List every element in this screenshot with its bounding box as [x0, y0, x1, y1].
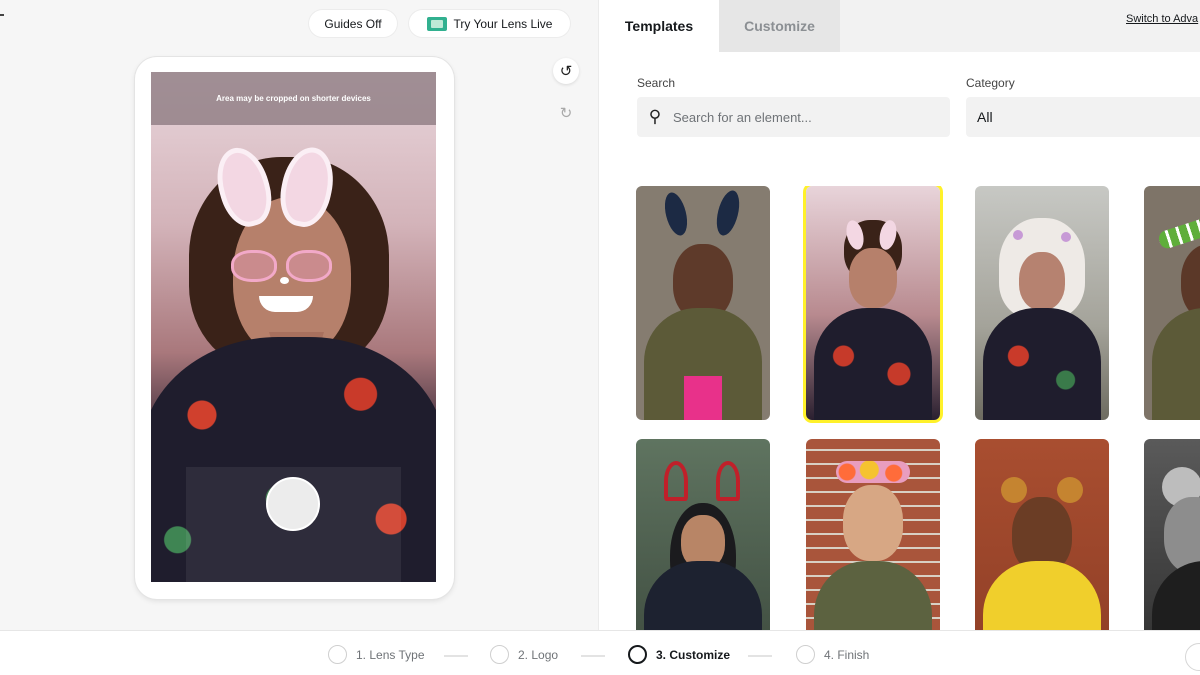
tab-bar: Templates Customize Switch to Adva [599, 0, 1200, 52]
step-label: 3. Customize [656, 647, 731, 662]
step-label: 2. Logo [518, 647, 559, 662]
step-circle [628, 645, 647, 664]
redo-button[interactable]: ↻ [553, 100, 579, 126]
try-lens-live-button[interactable]: Try Your Lens Live [409, 10, 570, 37]
lens-preview-screen: Area may be cropped on shorter devices [151, 72, 436, 582]
tab-templates[interactable]: Templates [599, 0, 719, 52]
category-label: Category [966, 76, 1015, 90]
crop-notice-text: Area may be cropped on shorter devices [216, 94, 371, 103]
step-customize[interactable]: 3. Customize [628, 645, 730, 664]
template-card-teddy-ears[interactable] [975, 439, 1109, 630]
step-label: 4. Finish [824, 647, 870, 662]
crop-notice-band: Area may be cropped on shorter devices [151, 72, 436, 125]
template-grid [636, 186, 1200, 630]
template-card-flower-crown[interactable] [806, 439, 940, 630]
template-card-dark-bunny-ears[interactable] [636, 186, 770, 420]
tab-customize[interactable]: Customize [719, 0, 840, 52]
switch-to-advanced-link[interactable]: Switch to Adva [1126, 13, 1198, 25]
try-lens-live-label: Try Your Lens Live [453, 16, 553, 31]
templates-panel: Templates Customize Switch to Adva Searc… [598, 0, 1200, 630]
template-card-powdered-wig[interactable] [975, 186, 1109, 420]
redo-icon: ↻ [559, 105, 573, 122]
back-arrow-icon[interactable] [0, 14, 4, 16]
lens-preview-icon [426, 16, 447, 31]
step-circle [328, 645, 347, 664]
heart-glasses-right [286, 250, 332, 282]
step-logo[interactable]: 2. Logo [490, 645, 558, 664]
search-label: Search [637, 76, 676, 90]
category-select[interactable]: All [966, 97, 1200, 137]
search-field[interactable]: ⚲ [637, 97, 950, 137]
guides-toggle-button[interactable]: Guides Off [309, 10, 397, 37]
template-card-monochrome[interactable] [1144, 439, 1200, 630]
template-card-rose-antlers[interactable] [636, 439, 770, 630]
phone-preview-frame: Area may be cropped on shorter devices [135, 57, 454, 599]
template-card-pink-bunny-ears[interactable] [806, 186, 940, 420]
preview-panel: Guides Off Try Your Lens Live ↺ ↻ Area m… [0, 0, 598, 630]
step-lens-type[interactable]: 1. Lens Type [328, 645, 425, 664]
step-finish[interactable]: 4. Finish [796, 645, 869, 664]
undo-button[interactable]: ↺ [553, 58, 579, 84]
guides-toggle-label: Guides Off [324, 16, 382, 31]
step-label: 1. Lens Type [356, 647, 425, 662]
template-card-leaf-crown[interactable] [1144, 186, 1200, 420]
capture-button[interactable] [266, 477, 320, 531]
search-input[interactable] [673, 109, 933, 125]
heart-glasses-left [231, 250, 277, 282]
search-icon: ⚲ [648, 107, 662, 126]
undo-icon: ↺ [559, 63, 573, 80]
progress-stepper: 1. Lens Type 2. Logo 3. Customize 4. Fin… [0, 630, 1200, 675]
step-circle [796, 645, 815, 664]
step-circle [490, 645, 509, 664]
category-value: All [977, 109, 993, 125]
